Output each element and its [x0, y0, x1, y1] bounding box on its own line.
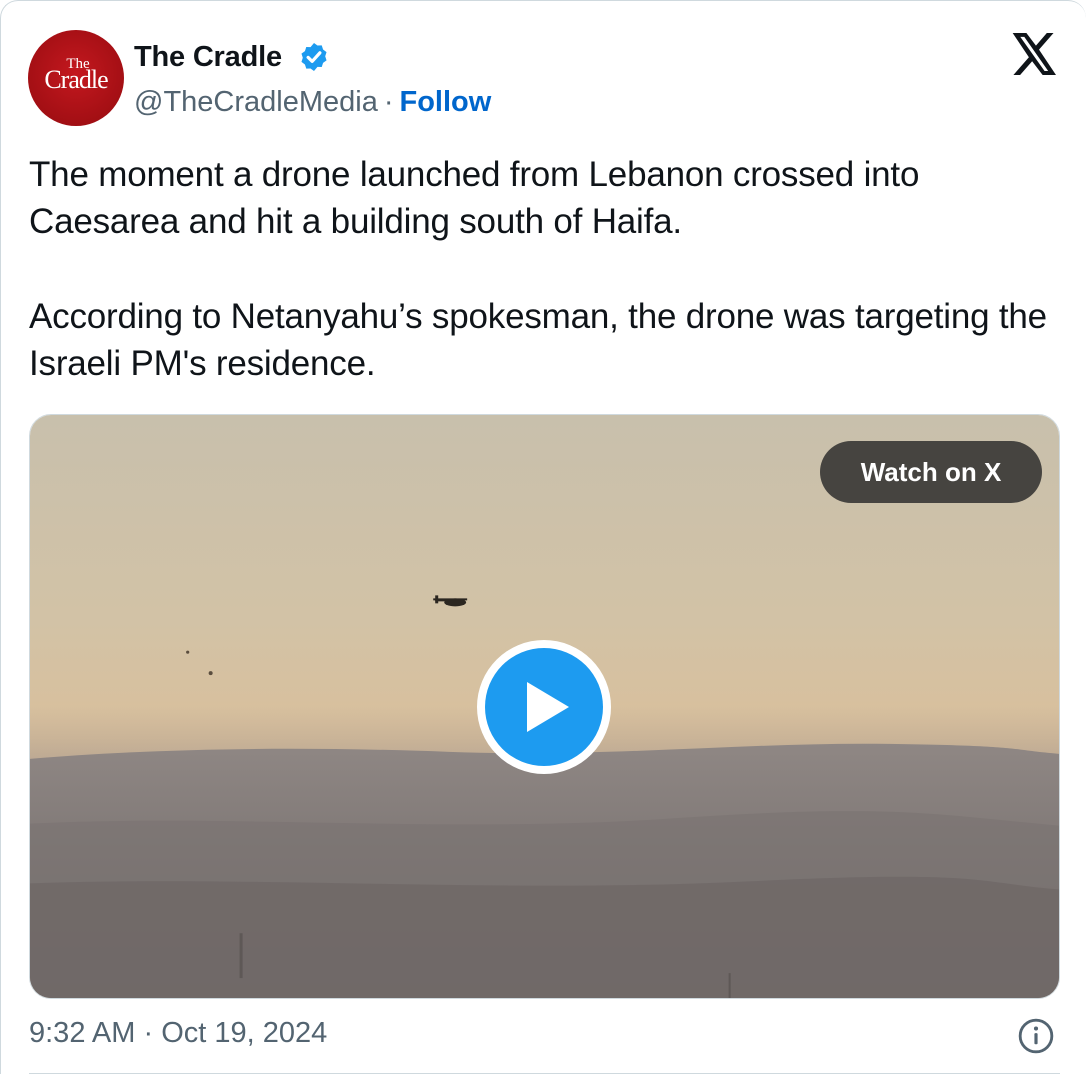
play-icon: [527, 682, 569, 732]
tweet-time: 9:32 AM: [29, 1017, 136, 1049]
author-name[interactable]: The Cradle: [134, 41, 282, 74]
tweet-text: The moment a drone launched from Lebanon…: [29, 151, 1069, 387]
avatar-logo-line2: Cradle: [44, 65, 108, 94]
verified-badge-icon: [301, 43, 327, 71]
tweet-embed-card: The Cradle The Cradle @TheCradleMedia · Fo…: [0, 0, 1086, 1074]
play-button[interactable]: [477, 640, 611, 774]
avatar[interactable]: The Cradle: [28, 30, 124, 126]
tweet-timestamp[interactable]: 9:32 AM · Oct 19, 2024: [29, 1017, 327, 1050]
bottom-divider: [29, 1073, 1060, 1074]
author-handle[interactable]: @TheCradleMedia: [134, 86, 378, 118]
tweet-paragraph: According to Netanyahu’s spokesman, the …: [29, 297, 1047, 383]
the-cradle-logo: The Cradle: [44, 56, 109, 94]
handle-separator: ·: [383, 86, 394, 118]
tweet-date: Oct 19, 2024: [161, 1017, 328, 1049]
handle-row: @TheCradleMedia · Follow: [134, 86, 491, 119]
timestamp-separator: ·: [143, 1017, 154, 1049]
video-media[interactable]: Watch on X: [29, 414, 1060, 999]
x-logo-icon[interactable]: [1012, 33, 1058, 75]
follow-link[interactable]: Follow: [400, 86, 492, 118]
info-icon[interactable]: [1017, 1017, 1055, 1055]
tweet-paragraph: The moment a drone launched from Lebanon…: [29, 155, 920, 241]
watch-on-x-button[interactable]: Watch on X: [820, 441, 1042, 503]
